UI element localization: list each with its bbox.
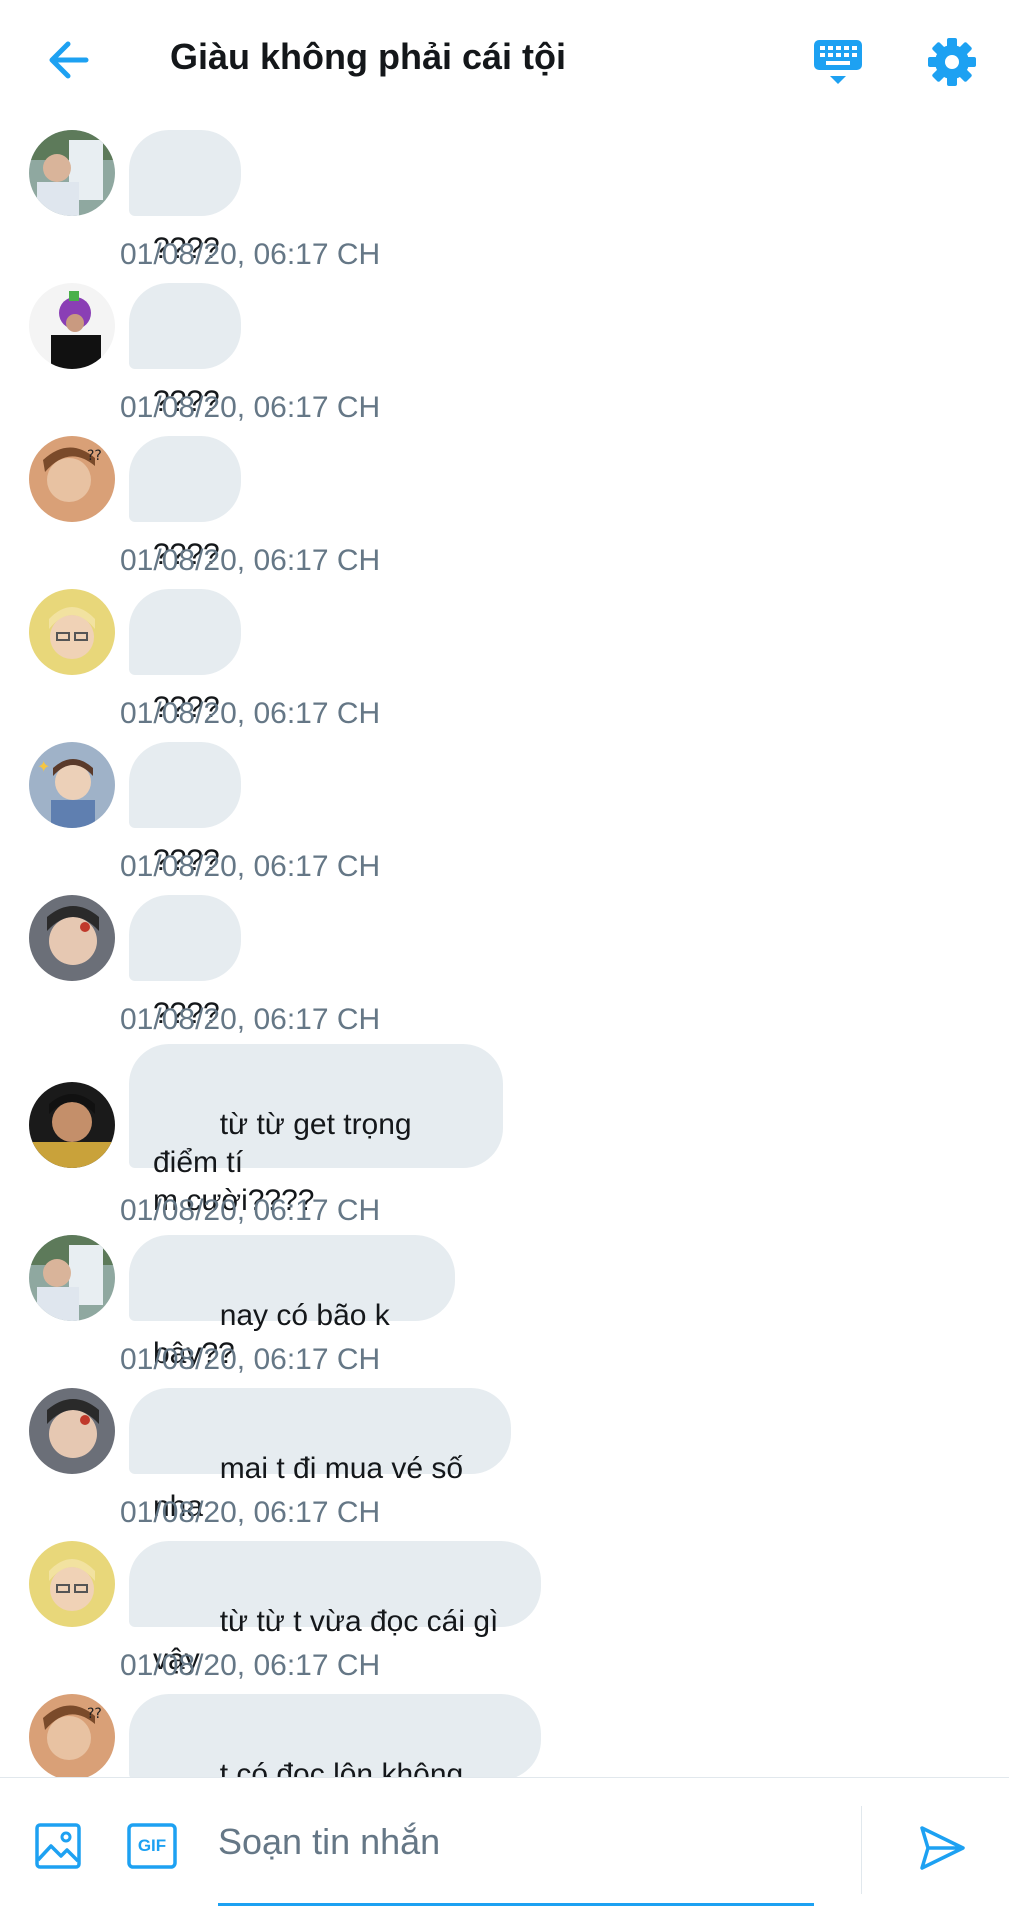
avatar[interactable]: ✦ bbox=[29, 742, 115, 828]
avatar[interactable] bbox=[29, 589, 115, 675]
message-timestamp: 01/08/20, 06:17 CH bbox=[120, 391, 381, 424]
add-image-button[interactable] bbox=[30, 1818, 86, 1874]
avatar[interactable]: ?? bbox=[29, 436, 115, 522]
message-timestamp: 01/08/20, 06:17 CH bbox=[120, 1194, 381, 1227]
avatar[interactable] bbox=[29, 283, 115, 369]
message-input[interactable] bbox=[218, 1808, 814, 1876]
avatar[interactable] bbox=[29, 1541, 115, 1627]
input-underline bbox=[218, 1903, 814, 1906]
message-bubble[interactable]: nay có bão k bây?? bbox=[129, 1235, 455, 1370]
message-bubble[interactable]: mai t đi mua vé số nha bbox=[129, 1388, 511, 1523]
gif-label: GIF bbox=[137, 1836, 167, 1855]
dm-conversation-screen: Giàu không phải cái tội ???? 01/08/20, 0… bbox=[0, 0, 1009, 1920]
message-timestamp: 01/08/20, 06:17 CH bbox=[120, 544, 381, 577]
conversation-title: Giàu không phải cái tội bbox=[170, 36, 567, 77]
settings-button[interactable] bbox=[922, 32, 982, 92]
keyboard-button[interactable] bbox=[806, 34, 870, 90]
message-text: t có đọc lộn không vậy?? bbox=[219, 1758, 464, 1778]
message-timestamp: 01/08/20, 06:17 CH bbox=[120, 1649, 381, 1682]
keyboard-icon bbox=[814, 40, 862, 84]
message-timestamp: 01/08/20, 06:17 CH bbox=[120, 238, 381, 271]
svg-text:??: ?? bbox=[87, 1706, 102, 1722]
conversation-header: Giàu không phải cái tội bbox=[0, 0, 1009, 118]
message-bubble[interactable]: t có đọc lộn không vậy?? bbox=[129, 1694, 541, 1778]
avatar[interactable]: ?? bbox=[29, 1694, 115, 1778]
message-timestamp: 01/08/20, 06:17 CH bbox=[120, 697, 381, 730]
back-button[interactable] bbox=[40, 32, 96, 88]
avatar[interactable] bbox=[29, 1235, 115, 1321]
message-timestamp: 01/08/20, 06:17 CH bbox=[120, 1003, 381, 1036]
message-bubble[interactable]: từ từ t vừa đọc cái gì vậy bbox=[129, 1541, 541, 1676]
message-bubble[interactable]: ???? bbox=[129, 283, 241, 418]
message-bubble[interactable]: ???? bbox=[129, 130, 241, 265]
avatar[interactable] bbox=[29, 895, 115, 981]
message-timestamp: 01/08/20, 06:17 CH bbox=[120, 1343, 381, 1376]
message-bubble[interactable]: ???? bbox=[129, 589, 241, 724]
avatar[interactable] bbox=[29, 1082, 115, 1168]
gear-icon bbox=[928, 38, 976, 86]
message-list[interactable]: ???? 01/08/20, 06:17 CH ???? 01/08/20, 0… bbox=[0, 118, 1009, 1778]
message-bubble[interactable]: ???? bbox=[129, 742, 241, 877]
avatar[interactable] bbox=[29, 130, 115, 216]
add-gif-button[interactable]: GIF bbox=[124, 1818, 180, 1874]
message-bubble[interactable]: ???? bbox=[129, 895, 241, 1030]
composer-divider bbox=[861, 1806, 862, 1894]
arrow-left-icon bbox=[49, 41, 89, 79]
send-button[interactable] bbox=[912, 1818, 972, 1878]
message-timestamp: 01/08/20, 06:17 CH bbox=[120, 1496, 381, 1529]
message-timestamp: 01/08/20, 06:17 CH bbox=[120, 850, 381, 883]
message-bubble[interactable]: từ từ get trọng điểm tí m cười???? bbox=[129, 1044, 503, 1217]
image-icon bbox=[35, 1823, 81, 1869]
message-composer: GIF bbox=[0, 1777, 1009, 1920]
avatar[interactable] bbox=[29, 1388, 115, 1474]
send-icon bbox=[920, 1826, 965, 1870]
svg-text:✦: ✦ bbox=[37, 757, 50, 776]
message-bubble[interactable]: ???? bbox=[129, 436, 241, 571]
svg-text:??: ?? bbox=[87, 448, 102, 464]
